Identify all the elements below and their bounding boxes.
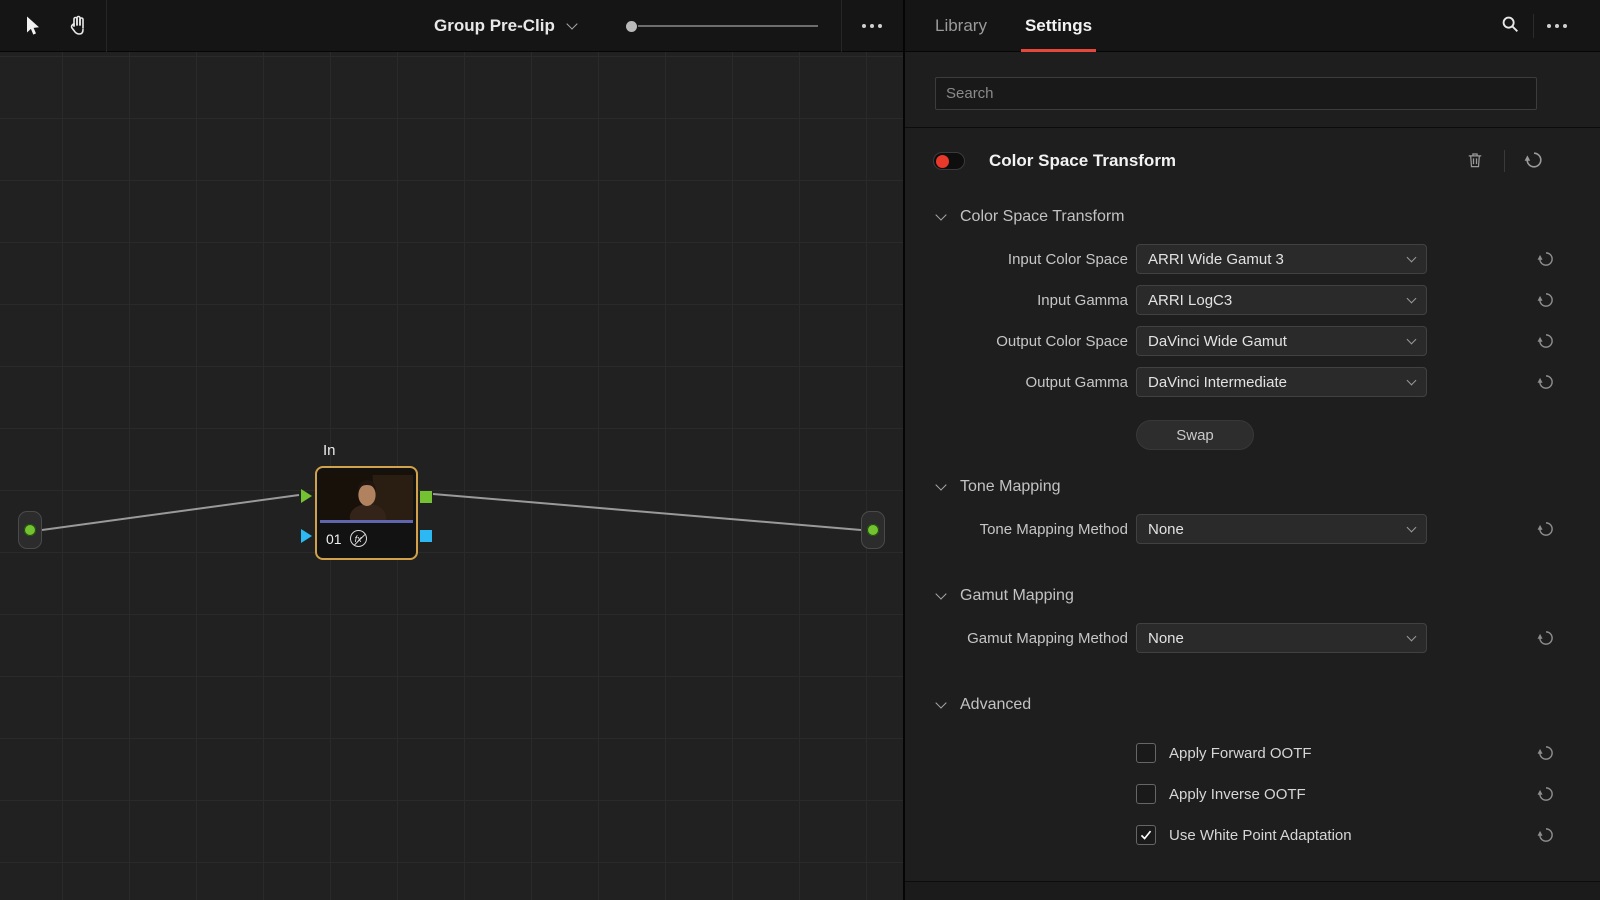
node-graph-toolbar: Group Pre-Clip bbox=[0, 0, 903, 52]
effects-settings-pane: Library Settings Col bbox=[903, 0, 1600, 900]
green-connector-dot bbox=[867, 524, 879, 536]
tone-mapping-method-dropdown[interactable]: None bbox=[1136, 514, 1427, 544]
panel-footer-area bbox=[905, 882, 1600, 900]
reset-button[interactable] bbox=[1537, 629, 1555, 647]
chevron-down-icon bbox=[935, 697, 946, 708]
hand-icon bbox=[66, 14, 90, 38]
reset-button[interactable] bbox=[1537, 291, 1555, 309]
gamut-mapping-method-dropdown[interactable]: None bbox=[1136, 623, 1427, 653]
section-header-gamut-mapping[interactable]: Gamut Mapping bbox=[937, 583, 1600, 609]
input-gamma-dropdown[interactable]: ARRI LogC3 bbox=[1136, 285, 1427, 315]
header-separator bbox=[1504, 150, 1505, 172]
plugin-title: Color Space Transform bbox=[989, 151, 1176, 171]
key-input-triangle[interactable] bbox=[301, 529, 312, 543]
section-header-color-space-transform[interactable]: Color Space Transform bbox=[937, 204, 1600, 230]
panel-options-button[interactable] bbox=[1540, 0, 1574, 52]
chevron-down-icon bbox=[1407, 294, 1417, 304]
chevron-down-icon bbox=[566, 18, 577, 29]
reset-icon bbox=[1524, 150, 1544, 173]
rgb-input-triangle[interactable] bbox=[301, 489, 312, 503]
graph-zoom-slider[interactable] bbox=[626, 0, 826, 52]
tab-settings[interactable]: Settings bbox=[1025, 0, 1092, 52]
reset-button[interactable] bbox=[1537, 744, 1555, 762]
node-connection-wires bbox=[0, 52, 903, 900]
node-group-selector[interactable]: Group Pre-Clip bbox=[434, 0, 576, 52]
swap-row: Swap bbox=[905, 420, 1600, 450]
node-footer: 01 fx bbox=[317, 523, 416, 554]
ellipsis-icon bbox=[862, 24, 882, 28]
plugin-enable-toggle[interactable] bbox=[933, 152, 965, 170]
pointer-tool-button[interactable] bbox=[12, 0, 52, 52]
toolbar-separator bbox=[106, 0, 107, 52]
node-tree-output-terminal[interactable] bbox=[861, 511, 885, 549]
active-tab-underline bbox=[1021, 49, 1096, 52]
plugin-header: Color Space Transform bbox=[905, 128, 1600, 194]
section-header-advanced[interactable]: Advanced bbox=[937, 692, 1600, 718]
chevron-down-icon bbox=[1407, 253, 1417, 263]
panel-search-button[interactable] bbox=[1493, 0, 1527, 52]
toolbar-separator bbox=[841, 0, 842, 52]
input-color-space-dropdown[interactable]: ARRI Wide Gamut 3 bbox=[1136, 244, 1427, 274]
settings-pane-toolbar: Library Settings bbox=[905, 0, 1600, 52]
output-color-space-dropdown[interactable]: DaVinci Wide Gamut bbox=[1136, 326, 1427, 356]
chevron-down-icon bbox=[1407, 523, 1417, 533]
corrector-node-01[interactable]: 01 fx bbox=[315, 466, 418, 560]
toolbar-separator bbox=[1533, 14, 1534, 38]
trash-icon bbox=[1465, 150, 1485, 173]
node-thumbnail bbox=[320, 471, 413, 520]
node-number: 01 bbox=[326, 531, 342, 547]
chevron-down-icon bbox=[935, 588, 946, 599]
checkmark-icon bbox=[1139, 828, 1153, 842]
chevron-down-icon bbox=[1407, 632, 1417, 642]
davinci-resolve-color-page: Group Pre-Clip In bbox=[0, 0, 1600, 900]
setting-row-use-white-point-adaptation: Use White Point Adaptation bbox=[905, 820, 1600, 850]
delete-plugin-button[interactable] bbox=[1465, 150, 1485, 173]
reset-button[interactable] bbox=[1537, 332, 1555, 350]
swap-button[interactable]: Swap bbox=[1136, 420, 1254, 450]
setting-row-input-gamma: Input Gamma ARRI LogC3 bbox=[905, 285, 1600, 315]
chevron-down-icon bbox=[1407, 335, 1417, 345]
setting-row-apply-forward-ootf: Apply Forward OOTF bbox=[905, 738, 1600, 768]
ellipsis-icon bbox=[1547, 24, 1567, 28]
key-output-square[interactable] bbox=[420, 530, 432, 542]
node-in-label: In bbox=[323, 442, 336, 459]
settings-search-input[interactable] bbox=[935, 77, 1537, 110]
setting-row-tone-mapping-method: Tone Mapping Method None bbox=[905, 514, 1600, 544]
apply-inverse-ootf-checkbox[interactable] bbox=[1136, 784, 1156, 804]
setting-row-apply-inverse-ootf: Apply Inverse OOTF bbox=[905, 779, 1600, 809]
setting-row-input-color-space: Input Color Space ARRI Wide Gamut 3 bbox=[905, 244, 1600, 274]
plugin-reset-button[interactable] bbox=[1524, 150, 1544, 173]
node-group-label: Group Pre-Clip bbox=[434, 16, 555, 36]
pan-tool-button[interactable] bbox=[58, 0, 98, 52]
fx-badge-icon: fx bbox=[350, 530, 367, 547]
settings-pane-body: Color Space Transform bbox=[905, 52, 1600, 900]
reset-button[interactable] bbox=[1537, 250, 1555, 268]
chevron-down-icon bbox=[935, 209, 946, 220]
reset-button[interactable] bbox=[1537, 373, 1555, 391]
node-graph-canvas[interactable]: In 01 fx bbox=[0, 52, 903, 900]
toggle-red-dot bbox=[936, 155, 949, 168]
node-graph-pane: Group Pre-Clip In bbox=[0, 0, 903, 900]
rgb-output-square[interactable] bbox=[420, 491, 432, 503]
section-header-tone-mapping[interactable]: Tone Mapping bbox=[937, 474, 1600, 500]
setting-row-gamut-mapping-method: Gamut Mapping Method None bbox=[905, 623, 1600, 653]
reset-button[interactable] bbox=[1537, 520, 1555, 538]
setting-row-output-color-space: Output Color Space DaVinci Wide Gamut bbox=[905, 326, 1600, 356]
reset-button[interactable] bbox=[1537, 826, 1555, 844]
setting-row-output-gamma: Output Gamma DaVinci Intermediate bbox=[905, 367, 1600, 397]
source-input-terminal[interactable] bbox=[18, 511, 42, 549]
reset-button[interactable] bbox=[1537, 785, 1555, 803]
zoom-slider-track bbox=[638, 25, 818, 27]
search-icon bbox=[1499, 13, 1521, 38]
chevron-down-icon bbox=[935, 479, 946, 490]
tab-library[interactable]: Library bbox=[935, 0, 987, 52]
graph-options-button[interactable] bbox=[852, 0, 892, 52]
apply-forward-ootf-checkbox[interactable] bbox=[1136, 743, 1156, 763]
use-white-point-adaptation-checkbox[interactable] bbox=[1136, 825, 1156, 845]
zoom-slider-knob[interactable] bbox=[626, 21, 637, 32]
chevron-down-icon bbox=[1407, 376, 1417, 386]
cursor-arrow-icon bbox=[20, 14, 44, 38]
green-connector-dot bbox=[24, 524, 36, 536]
output-gamma-dropdown[interactable]: DaVinci Intermediate bbox=[1136, 367, 1427, 397]
